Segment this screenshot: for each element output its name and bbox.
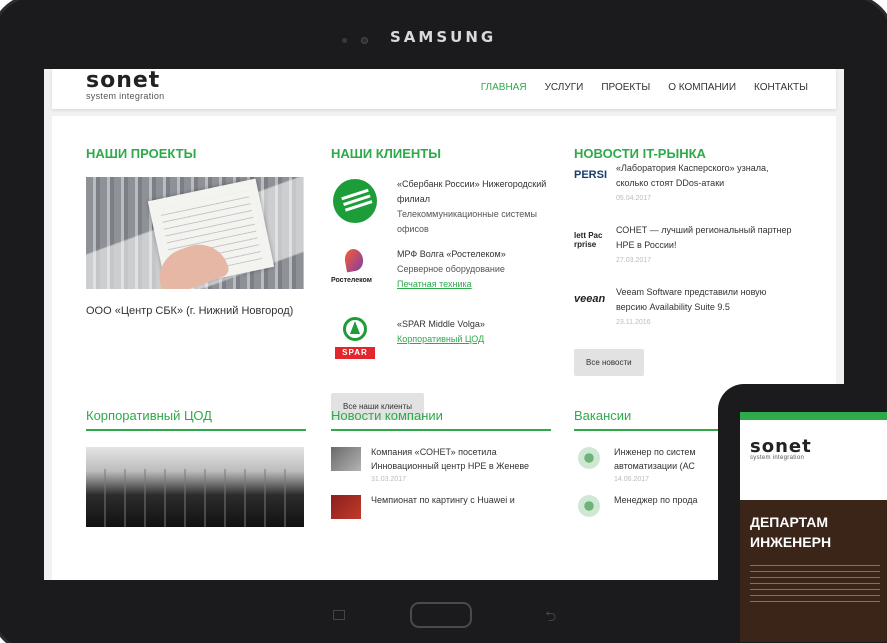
company-news-item[interactable]: Компания «СОНЕТ» посетила Инновационный … bbox=[331, 445, 551, 489]
client-name: «SPAR Middle Volga» bbox=[397, 319, 485, 329]
news-date: 27.03.2017 bbox=[616, 257, 652, 264]
camera-icon bbox=[361, 37, 368, 44]
client-item: Ростелеком МРФ Волга «Ростелеком» Сервер… bbox=[331, 247, 551, 317]
recent-apps-icon[interactable] bbox=[333, 610, 345, 620]
company-news-item[interactable]: Чемпионат по картингу с Huawei и bbox=[331, 493, 551, 537]
news-date: 31.03.2017 bbox=[371, 476, 407, 483]
sberbank-logo bbox=[331, 177, 381, 227]
client-item: SPAR «SPAR Middle Volga» Корпоративный Ц… bbox=[331, 317, 551, 387]
nav-services[interactable]: УСЛУГИ bbox=[545, 82, 584, 93]
news-date: 05.04.2017 bbox=[616, 195, 652, 202]
phone-screen: sonet system integration ДЕПАРТАМ ИНЖЕНЕ… bbox=[740, 412, 887, 642]
company-news-section: Новости компании Компания «СОНЕТ» посети… bbox=[331, 378, 551, 537]
client-name: «Сбербанк России» Нижегородский филиал bbox=[397, 179, 547, 204]
spar-logo: SPAR bbox=[331, 317, 381, 367]
site-header: sonet system integration ГЛАВНАЯ УСЛУГИ … bbox=[52, 69, 836, 109]
vacancy-icon bbox=[578, 495, 600, 517]
it-news-title: НОВОСТИ IT-РЫНКА bbox=[574, 146, 706, 161]
project-caption[interactable]: ООО «Центр СБК» (г. Нижний Новгород) bbox=[86, 303, 306, 319]
hero-title-line2: ИНЖЕНЕРН bbox=[750, 534, 832, 550]
logo-subtitle: system integration bbox=[86, 91, 165, 101]
clients-section: НАШИ КЛИЕНТЫ «Сбербанк России» Нижегород… bbox=[331, 116, 551, 420]
hero-text-lines bbox=[750, 562, 880, 602]
news-text: Veeam Software представили новую версию … bbox=[616, 287, 767, 312]
nav-contacts[interactable]: КОНТАКТЫ bbox=[754, 82, 808, 93]
company-news-title: Новости компании bbox=[331, 408, 443, 423]
news-date: 23.11.2016 bbox=[616, 319, 651, 326]
projects-section: НАШИ ПРОЕКТЫ ООО «Центр СБК» (г. Нижний … bbox=[86, 116, 306, 319]
phone-hero-banner: ДЕПАРТАМ ИНЖЕНЕРН bbox=[740, 500, 887, 642]
news-text: СОНЕТ — лучший региональный партнер HPE … bbox=[616, 225, 792, 250]
main-nav: ГЛАВНАЯ УСЛУГИ ПРОЕКТЫ О КОМПАНИИ КОНТАК… bbox=[481, 82, 808, 93]
nav-projects[interactable]: ПРОЕКТЫ bbox=[601, 82, 650, 93]
it-news-section: НОВОСТИ IT-РЫНКА PERSI «Лаборатория Касп… bbox=[574, 116, 794, 376]
projects-title: НАШИ ПРОЕКТЫ bbox=[86, 146, 197, 161]
news-logo: lett Pac rprise bbox=[574, 231, 603, 249]
nav-home[interactable]: ГЛАВНАЯ bbox=[481, 82, 527, 93]
hero-title-line1: ДЕПАРТАМ bbox=[750, 514, 829, 530]
news-item[interactable]: PERSI «Лаборатория Касперского» узнала, … bbox=[574, 161, 794, 223]
project-photo[interactable] bbox=[86, 177, 304, 289]
client-desc: Серверное оборудование bbox=[397, 264, 505, 274]
news-item[interactable]: veean Veeam Software представили новую в… bbox=[574, 285, 794, 347]
logo-word: sonet bbox=[86, 69, 161, 93]
news-item[interactable]: lett Pac rprise СОНЕТ — лучший региональ… bbox=[574, 223, 794, 285]
section-underline bbox=[331, 429, 551, 431]
section-underline bbox=[86, 429, 306, 431]
site-logo[interactable]: sonet system integration bbox=[86, 69, 165, 102]
device-brand: SAMSUNG bbox=[390, 28, 497, 46]
nav-about[interactable]: О КОМПАНИИ bbox=[668, 82, 736, 93]
all-news-button[interactable]: Все новости bbox=[574, 349, 644, 376]
client-link[interactable]: Печатная техника bbox=[397, 277, 549, 292]
news-thumbnail bbox=[331, 447, 361, 471]
client-link[interactable]: Корпоративный ЦОД bbox=[397, 332, 549, 347]
client-name: МРФ Волга «Ростелеком» bbox=[397, 249, 506, 259]
news-logo: PERSI bbox=[574, 169, 608, 181]
news-logo: veean bbox=[574, 293, 606, 305]
rostelecom-logo: Ростелеком bbox=[331, 247, 381, 297]
datacenter-photo[interactable] bbox=[86, 447, 304, 527]
datacenter-title: Корпоративный ЦОД bbox=[86, 408, 212, 423]
news-thumbnail bbox=[331, 495, 361, 519]
phone-device: sonet system integration ДЕПАРТАМ ИНЖЕНЕ… bbox=[718, 384, 887, 643]
back-icon[interactable]: ⮌ bbox=[545, 606, 556, 630]
news-text: «Лаборатория Касперского» узнала, скольк… bbox=[616, 163, 769, 188]
client-item: «Сбербанк России» Нижегородский филиал Т… bbox=[331, 177, 551, 247]
sensor-dot bbox=[342, 38, 347, 43]
phone-logo[interactable]: sonet system integration bbox=[750, 438, 812, 462]
clients-title: НАШИ КЛИЕНТЫ bbox=[331, 146, 441, 161]
home-button[interactable] bbox=[410, 602, 472, 628]
client-desc: Телекоммуникационные системы офисов bbox=[397, 209, 537, 234]
vacancy-icon bbox=[578, 447, 600, 469]
phone-accent-bar bbox=[740, 412, 887, 420]
datacenter-section: Корпоративный ЦОД bbox=[86, 378, 306, 527]
